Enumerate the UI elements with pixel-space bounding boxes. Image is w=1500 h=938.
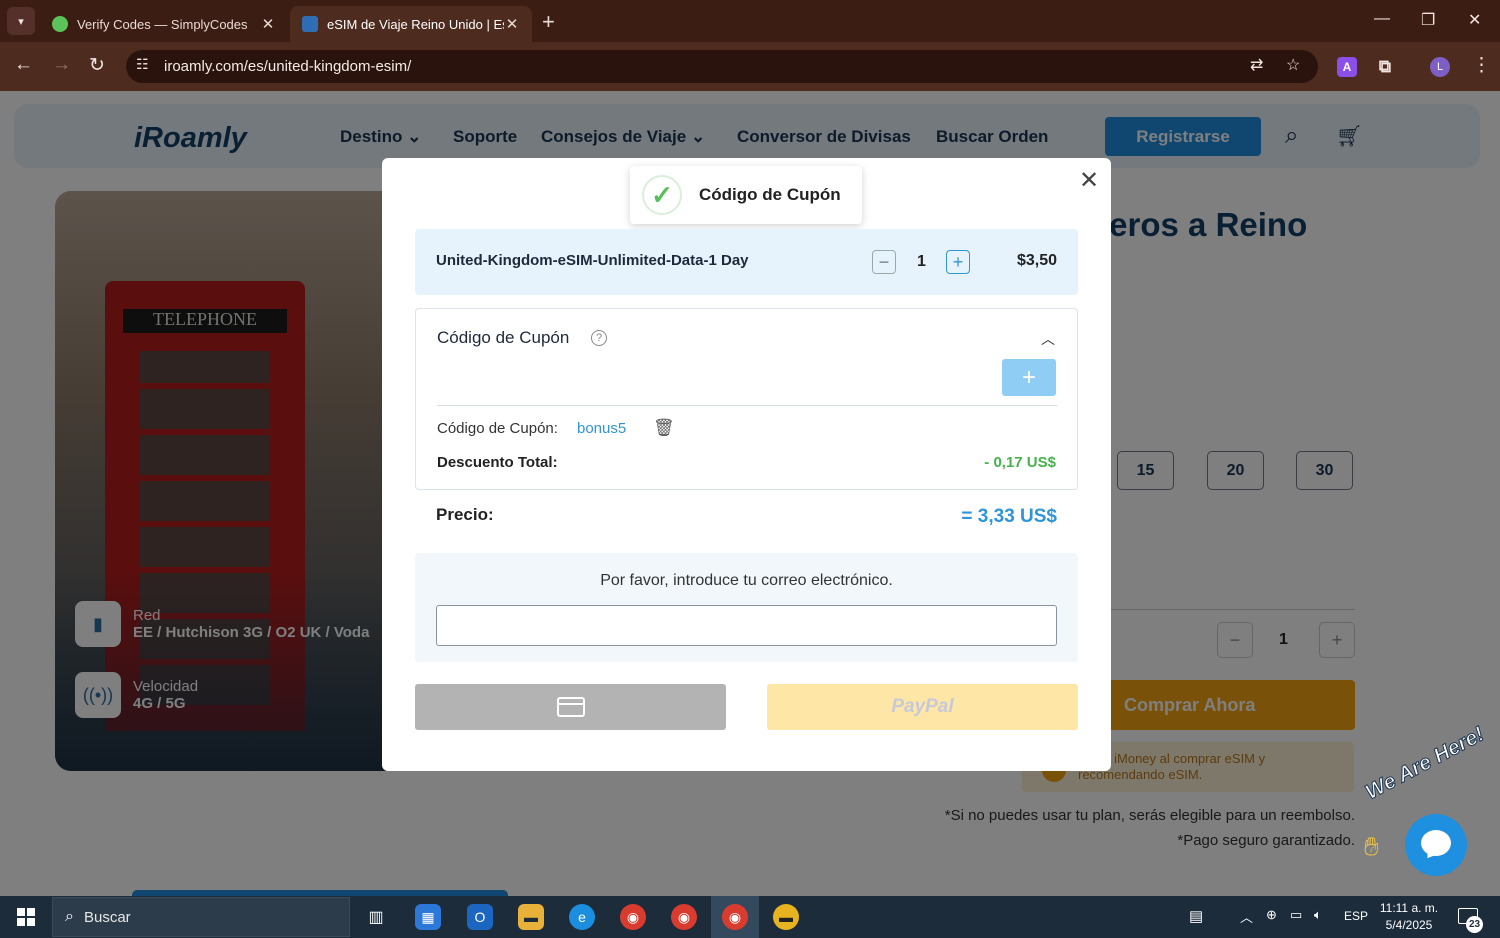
trash-icon[interactable]: 🗑︎: [653, 418, 675, 438]
minimize-button[interactable]: —: [1374, 10, 1390, 28]
checkmark-icon: ✓: [642, 175, 682, 215]
paypal-button[interactable]: PayPal: [767, 684, 1078, 730]
window-close-button[interactable]: ✕: [1468, 10, 1481, 30]
clock-date: 5/4/2025: [1385, 918, 1433, 932]
clock[interactable]: 11:11 a. m. 5/4/2025: [1376, 900, 1442, 934]
translate-icon[interactable]: ⇄: [1250, 55, 1263, 75]
order-item-row: United-Kingdom-eSIM-Unlimited-Data-1 Day…: [415, 229, 1078, 295]
edge-icon[interactable]: e: [569, 904, 595, 930]
chrome-profile-icon[interactable]: ◉: [620, 904, 646, 930]
tab-esim-reino-unido[interactable]: eSIM de Viaje Reino Unido | Est ✕: [290, 6, 532, 42]
tab-title: Verify Codes — SimplyCodes: [77, 16, 248, 32]
app-icon[interactable]: ▬: [773, 904, 799, 930]
item-name: United-Kingdom-eSIM-Unlimited-Data-1 Day: [436, 252, 749, 269]
quantity-minus-button[interactable]: −: [872, 250, 896, 274]
extension-a-icon[interactable]: A: [1337, 57, 1357, 77]
applied-coupon-code: bonus5: [577, 420, 627, 437]
email-section: Por favor, introduce tu correo electróni…: [415, 553, 1078, 662]
waving-hand-icon: ✋︎: [1364, 831, 1379, 861]
coupon-toast: ✓ Código de Cupón: [630, 166, 862, 224]
address-bar[interactable]: ☷ iroamly.com/es/united-kingdom-esim/ ⇄ …: [126, 50, 1318, 83]
browser-tab-strip: ▾ Verify Codes — SimplyCodes ✕ eSIM de V…: [0, 0, 1500, 42]
extensions-puzzle-icon[interactable]: ⧉: [1375, 57, 1395, 77]
credit-card-icon: [556, 697, 585, 717]
taskbar-search[interactable]: ⌕ Buscar: [52, 897, 350, 937]
coupon-section: Código de Cupón ? ︿ + Código de Cupón: b…: [415, 308, 1078, 490]
email-field[interactable]: [436, 605, 1057, 646]
chevron-up-icon[interactable]: ︿: [1240, 907, 1253, 926]
profile-avatar[interactable]: L: [1430, 57, 1450, 77]
volume-icon[interactable]: 🔈︎: [1314, 907, 1322, 923]
price-label: Precio:: [436, 505, 494, 524]
email-prompt: Por favor, introduce tu correo electróni…: [600, 572, 893, 589]
task-view-icon[interactable]: ▥: [363, 904, 389, 930]
browser-toolbar: ← → ↻ ☷ iroamly.com/es/united-kingdom-es…: [0, 42, 1500, 91]
microsoft-store-icon[interactable]: ▦: [415, 904, 441, 930]
url-text[interactable]: iroamly.com/es/united-kingdom-esim/: [164, 58, 411, 75]
tab-search-button[interactable]: ▾: [7, 7, 35, 35]
forward-arrow-icon[interactable]: →: [52, 54, 71, 76]
coupon-header[interactable]: Código de Cupón: [437, 328, 569, 348]
clock-time: 11:11 a. m.: [1379, 901, 1439, 915]
maximize-button[interactable]: ❐: [1421, 10, 1435, 30]
language-indicator[interactable]: ESP: [1344, 909, 1368, 923]
tab-title: eSIM de Viaje Reino Unido | Est: [327, 16, 504, 32]
discount-label: Descuento Total:: [437, 454, 558, 471]
add-coupon-button[interactable]: +: [1002, 359, 1056, 396]
widgets-icon[interactable]: ▤: [1189, 907, 1203, 925]
tray-app-icon[interactable]: ⊕: [1266, 907, 1277, 923]
item-price: $3,50: [1016, 252, 1057, 269]
toast-text: Código de Cupón: [699, 185, 841, 204]
back-arrow-icon[interactable]: ←: [14, 54, 33, 76]
browser-menu-icon[interactable]: ⋮: [1472, 54, 1491, 77]
card-payment-button[interactable]: [415, 684, 726, 730]
site-info-icon[interactable]: ☷: [136, 56, 149, 73]
outlook-icon[interactable]: O: [467, 904, 493, 930]
notification-count-badge: 23: [1466, 916, 1483, 933]
tab-close-icon[interactable]: ✕: [260, 15, 276, 33]
chat-launcher-button[interactable]: [1405, 814, 1467, 876]
bookmark-star-icon[interactable]: ☆: [1286, 55, 1300, 75]
quantity-plus-button[interactable]: +: [946, 250, 970, 274]
windows-start-icon[interactable]: [17, 908, 35, 926]
windows-taskbar: ⌕ Buscar ▥ ▦ O ▬ e ◉ ◉ ◉ ▬ ▤ ︿ ⊕ ▭ 🔈︎ ES…: [0, 896, 1500, 938]
divider: [437, 405, 1057, 406]
chevron-up-icon[interactable]: ︿: [1041, 329, 1055, 349]
help-icon[interactable]: ?: [591, 330, 607, 346]
network-icon[interactable]: ▭: [1290, 907, 1302, 923]
checkout-modal: ✕ ✓ Código de Cupón United-Kingdom-eSIM-…: [382, 158, 1111, 771]
search-placeholder: Buscar: [83, 908, 131, 926]
close-icon[interactable]: ✕: [1079, 169, 1099, 193]
simplycodes-favicon-icon: [52, 16, 68, 32]
reload-icon[interactable]: ↻: [89, 54, 105, 77]
discount-value: - 0,17 US$: [984, 454, 1056, 471]
price-total: = 3,33 US$: [961, 506, 1057, 527]
applied-coupon-label: Código de Cupón:: [437, 420, 558, 437]
file-explorer-icon[interactable]: ▬: [518, 904, 544, 930]
chrome-active-icon[interactable]: ◉: [722, 904, 748, 930]
search-icon: ⌕: [65, 908, 74, 925]
tab-close-icon[interactable]: ✕: [504, 15, 520, 33]
iroamly-favicon-icon: [302, 16, 318, 32]
new-tab-button[interactable]: +: [542, 9, 555, 35]
tab-verify-codes[interactable]: Verify Codes — SimplyCodes ✕: [40, 6, 288, 42]
item-quantity: 1: [917, 253, 926, 270]
chrome-profile-icon[interactable]: ◉: [671, 904, 697, 930]
